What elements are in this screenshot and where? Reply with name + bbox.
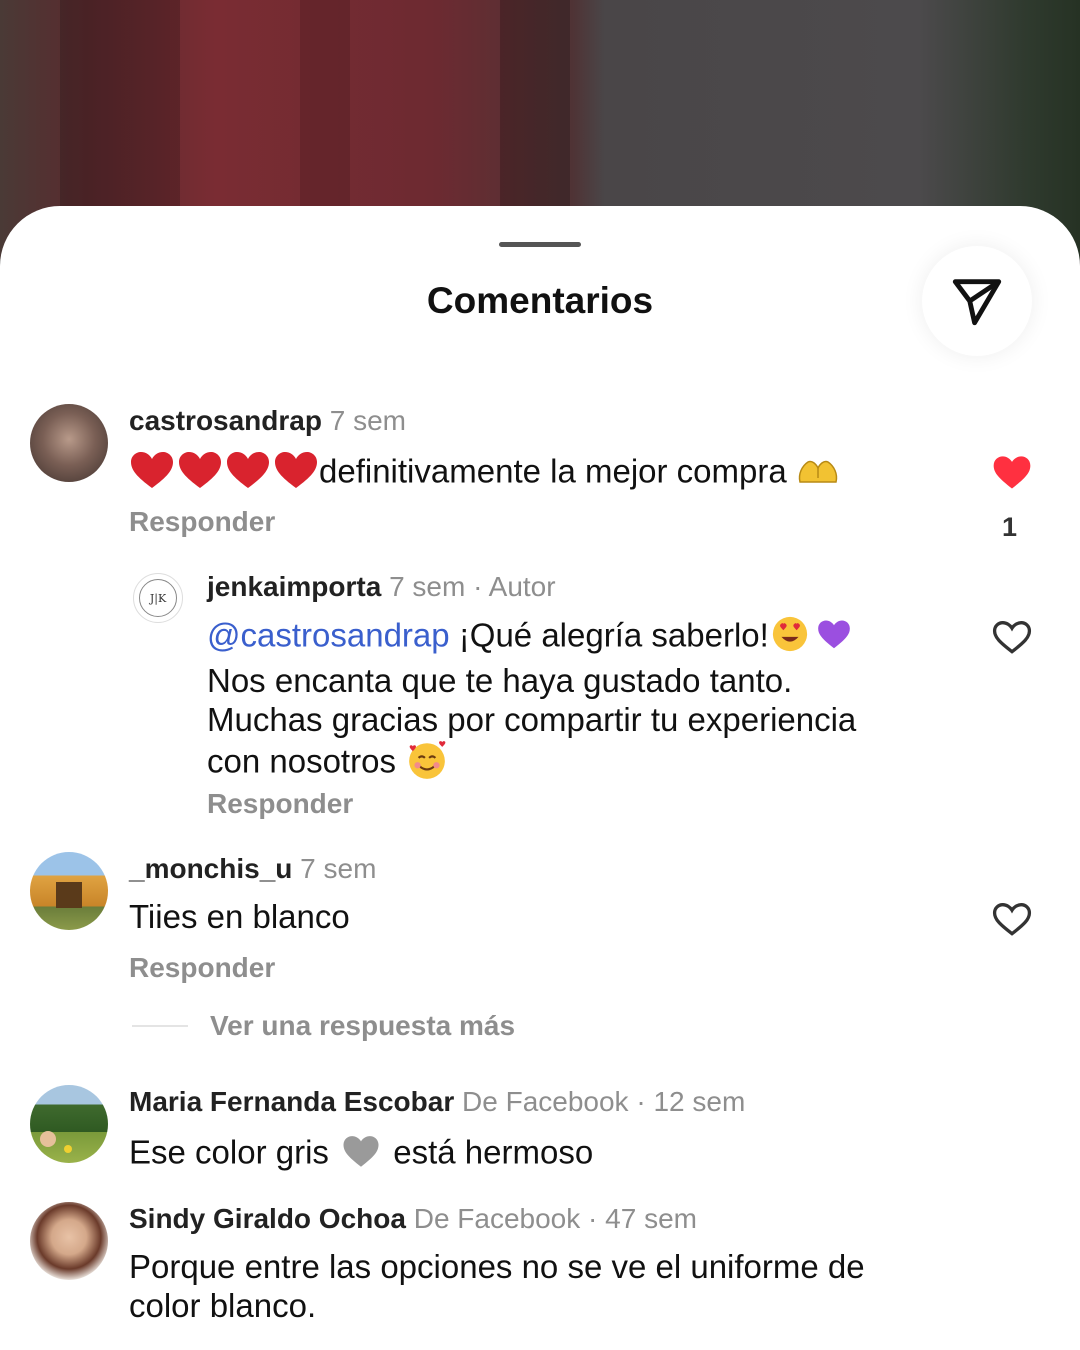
timestamp: 7 sem bbox=[329, 405, 406, 436]
reply-button[interactable]: Responder bbox=[129, 952, 275, 984]
heart-hands-emoji bbox=[796, 455, 840, 494]
purple-heart-emoji bbox=[811, 615, 857, 661]
send-icon bbox=[952, 279, 1002, 326]
comment-text: Ese color gris está hermoso bbox=[129, 1130, 593, 1180]
comment-meta: jenkaimporta 7 sem · Autor bbox=[207, 571, 556, 603]
comment-line: ¡Qué alegría saberlo! bbox=[458, 616, 769, 654]
comment-line: color blanco. bbox=[129, 1287, 317, 1324]
comment-meta: castrosandrap 7 sem bbox=[129, 405, 406, 437]
avatar[interactable] bbox=[30, 852, 108, 930]
heart-outline-icon[interactable] bbox=[990, 897, 1034, 941]
comment-line: Nos encanta que te haya gustado tanto. bbox=[207, 662, 793, 699]
smiling-face-with-hearts-emoji bbox=[405, 739, 449, 789]
comment-body: está hermoso bbox=[393, 1133, 594, 1171]
view-more-replies-button[interactable]: Ver una respuesta más bbox=[210, 1010, 515, 1042]
heart-eyes-emoji bbox=[769, 615, 811, 661]
timestamp: 7 sem bbox=[389, 571, 466, 602]
comment-meta: _monchis_u 7 sem bbox=[129, 853, 376, 885]
sheet-title: Comentarios bbox=[426, 280, 654, 321]
comment-meta: Maria Fernanda Escobar De Facebook · 12 … bbox=[129, 1086, 745, 1118]
comment-body: Ese color gris bbox=[129, 1133, 329, 1171]
username[interactable]: Maria Fernanda Escobar bbox=[129, 1086, 454, 1117]
heart-outline-icon[interactable] bbox=[990, 615, 1034, 659]
more-replies-divider bbox=[132, 1025, 188, 1027]
comment-text: @castrosandrap ¡Qué alegría saberlo! Nos… bbox=[207, 615, 857, 789]
heart-filled-icon[interactable] bbox=[990, 450, 1034, 494]
author-tag: · Autor bbox=[473, 571, 556, 602]
avatar[interactable] bbox=[30, 1202, 108, 1280]
avatar-logo-text: J|K bbox=[139, 579, 177, 617]
avatar[interactable] bbox=[30, 404, 108, 482]
username[interactable]: castrosandrap bbox=[129, 405, 322, 436]
avatar[interactable] bbox=[30, 1085, 108, 1163]
comment-line: Muchas gracias por compartir tu experien… bbox=[207, 701, 857, 738]
timestamp: 7 sem bbox=[300, 853, 377, 884]
username[interactable]: _monchis_u bbox=[129, 853, 292, 884]
reply-button[interactable]: Responder bbox=[207, 788, 353, 820]
timestamp: · 12 sem bbox=[636, 1086, 746, 1117]
source-label: De Facebook bbox=[462, 1086, 629, 1117]
timestamp: · 47 sem bbox=[588, 1203, 697, 1234]
comment-text: definitivamente la mejor compra bbox=[129, 450, 840, 498]
like-count: 1 bbox=[1002, 512, 1018, 542]
comment-line: Porque entre las opciones no se ve el un… bbox=[129, 1248, 865, 1285]
comment-text: Tiies en blanco bbox=[129, 898, 350, 935]
username[interactable]: jenkaimporta bbox=[207, 571, 381, 602]
comment-line: con nosotros bbox=[207, 742, 396, 780]
red-heart-emoji bbox=[129, 450, 319, 498]
comment-body: definitivamente la mejor compra bbox=[319, 452, 787, 490]
avatar[interactable]: J|K bbox=[133, 573, 183, 623]
reply-button[interactable]: Responder bbox=[129, 506, 275, 538]
comment-meta: Sindy Giraldo Ochoa De Facebook · 47 sem bbox=[129, 1203, 697, 1235]
mention-link[interactable]: @castrosandrap bbox=[207, 617, 450, 654]
share-button[interactable] bbox=[922, 246, 1032, 356]
source-label: De Facebook bbox=[413, 1203, 581, 1234]
sheet-drag-handle[interactable] bbox=[499, 242, 581, 247]
username[interactable]: Sindy Giraldo Ochoa bbox=[129, 1203, 406, 1234]
comment-text: Porque entre las opciones no se ve el un… bbox=[129, 1247, 865, 1325]
grey-heart-emoji bbox=[338, 1130, 384, 1180]
